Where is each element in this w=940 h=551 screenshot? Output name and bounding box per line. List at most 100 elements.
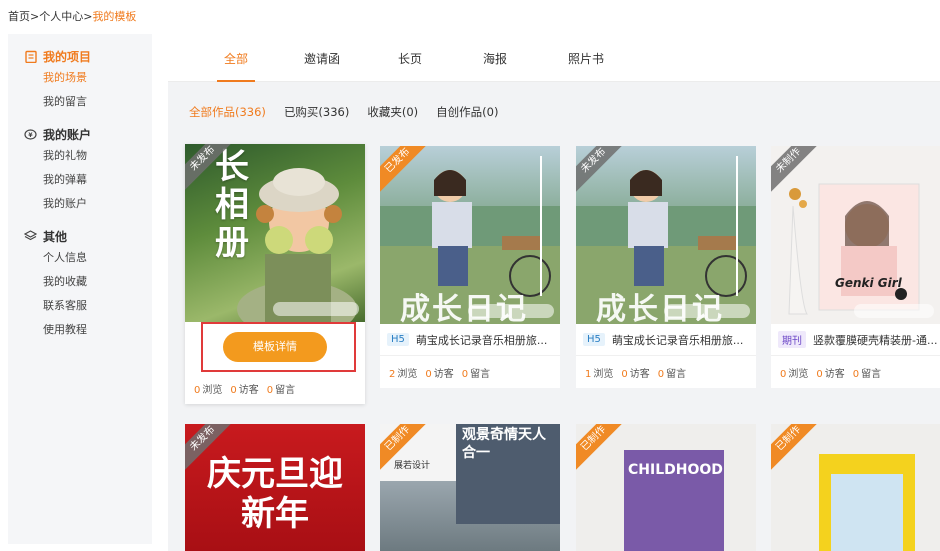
stat-messages: 0 留言 [266, 384, 296, 396]
filter-favorites[interactable]: 收藏夹(0) [367, 104, 418, 120]
card-stats: 0 浏览 0 访客 0 留言 [771, 356, 940, 388]
card-overlay-title: 庆元旦迎新年 [207, 454, 343, 534]
sidebar-heading-label: 我的项目 [43, 49, 92, 64]
card-title-art: 长 相 册 [215, 148, 249, 262]
card-thumbnail[interactable]: 已制作 [771, 424, 940, 551]
sidebar-heading-label: 我的账户 [43, 127, 92, 142]
sidebar-item-favorites[interactable]: 我的收藏 [24, 270, 152, 294]
card-thumbnail[interactable]: 观景奇情天人合一 展若设计 已制作 [380, 424, 560, 551]
sidebar-group-projects: 我的项目 我的场景 我的留言 [8, 46, 152, 114]
blurred-watermark [854, 304, 934, 318]
stat-messages: 0 留言 [657, 368, 687, 380]
template-card[interactable]: Genki Girl 未制作 期刊 竖款覆膜硬壳精装册-通... 0 浏览 0 访客… [771, 146, 940, 388]
card-thumbnail[interactable]: 庆元旦迎新年 未发布 [185, 424, 365, 551]
card-overlay-title: 观景奇情天人合一 [462, 427, 546, 461]
stat-visitors: 0 访客 [816, 368, 845, 380]
highlight-outline [201, 322, 356, 372]
type-tag: H5 [387, 333, 409, 346]
stat-messages: 0 留言 [461, 368, 491, 380]
filter-self-created[interactable]: 自创作品(0) [436, 104, 498, 120]
tab-invitation[interactable]: 邀请函 [303, 34, 341, 82]
breadcrumb-sep: > [30, 10, 40, 23]
sidebar-item-my-danmaku[interactable]: 我的弹幕 [24, 168, 152, 192]
stat-messages: 0 留言 [852, 368, 882, 380]
blurred-watermark [468, 304, 554, 318]
stat-views: 0 浏览 [780, 368, 809, 380]
stat-visitors: 0 访客 [621, 368, 650, 380]
sidebar-item-contact[interactable]: 联系客服 [24, 294, 152, 318]
card-photo [237, 168, 357, 322]
title-art-char: 册 [215, 223, 249, 263]
breadcrumb-current: 我的模板 [92, 10, 137, 23]
sidebar-heading-projects: 我的项目 [24, 46, 152, 66]
filter-all-works[interactable]: 全部作品(336) [189, 104, 266, 120]
card-title: 萌宝成长记录音乐相册旅... [611, 333, 744, 347]
tab-long-page[interactable]: 长页 [395, 34, 425, 82]
breadcrumb-home[interactable]: 首页 [8, 10, 30, 23]
sidebar-heading-label: 其他 [43, 229, 68, 244]
template-card[interactable]: 已制作 [771, 424, 940, 551]
card-title: 竖款覆膜硬壳精装册-通... [813, 333, 938, 347]
card-thumbnail[interactable]: CHILDHOOD 已制作 [576, 424, 756, 551]
sidebar-heading-account: ¥ 我的账户 [24, 124, 152, 144]
sidebar-heading-other: 其他 [24, 226, 152, 246]
card-title-row[interactable]: H5 萌宝成长记录音乐相册旅... [576, 324, 756, 356]
template-card[interactable]: CHILDHOOD 已制作 [576, 424, 756, 551]
title-art-char: 相 [215, 185, 249, 225]
card-thumbnail[interactable]: 成长日记 已发布 [380, 146, 560, 324]
sidebar-item-my-messages[interactable]: 我的留言 [24, 90, 152, 114]
sidebar-item-profile[interactable]: 个人信息 [24, 246, 152, 270]
filter-purchased[interactable]: 已购买(336) [284, 104, 349, 120]
stat-views: 2 浏览 [389, 368, 418, 380]
sidebar-item-my-scenes[interactable]: 我的场景 [24, 66, 152, 90]
main-panel: 全部 邀请函 长页 海报 照片书 全部作品(336) 已购买(336) 收藏夹(… [168, 34, 940, 551]
template-card[interactable]: 庆元旦迎新年 未发布 [185, 424, 365, 551]
card-overlay-title: CHILDHOOD [628, 462, 723, 478]
sidebar: 我的项目 我的场景 我的留言 ¥ 我的账户 我的礼物 我的弹幕 我的账户 其他 … [8, 34, 152, 544]
card-thumbnail[interactable]: 成长日记 未发布 [576, 146, 756, 324]
card-stats: 0 浏览 0 访客 0 留言 [185, 372, 365, 404]
card-thumbnail[interactable]: Genki Girl 未制作 [771, 146, 940, 324]
breadcrumb: 首页>个人中心>我的模板 [8, 8, 136, 24]
card-photo [788, 183, 920, 315]
card-overlay-sub: 展若设计 [394, 461, 431, 471]
template-card[interactable]: 观景奇情天人合一 展若设计 已制作 [380, 424, 560, 551]
card-stats: 2 浏览 0 访客 0 留言 [380, 356, 560, 388]
card-title-row[interactable]: 期刊 竖款覆膜硬壳精装册-通... [771, 324, 940, 356]
sidebar-group-other: 其他 个人信息 我的收藏 联系客服 使用教程 [8, 226, 152, 342]
wallet-icon: ¥ [24, 128, 37, 141]
card-title-row[interactable]: H5 萌宝成长记录音乐相册旅... [380, 324, 560, 356]
type-tag: 期刊 [778, 331, 806, 348]
tab-poster[interactable]: 海报 [480, 34, 510, 82]
stat-visitors: 0 访客 [425, 368, 454, 380]
category-tabs: 全部 邀请函 长页 海报 照片书 [168, 34, 940, 82]
stat-views: 0 浏览 [194, 384, 223, 396]
status-ribbon: 已制作 [771, 424, 824, 474]
card-thumbnail[interactable]: 长 相 册 未发布 [185, 144, 365, 322]
card-overlay-title: Genki Girl [835, 276, 902, 290]
status-ribbon: 已制作 [576, 424, 629, 474]
breadcrumb-center[interactable]: 个人中心 [39, 10, 83, 23]
layers-icon [24, 230, 37, 243]
card-stats: 1 浏览 0 访客 0 留言 [576, 356, 756, 388]
template-card[interactable]: 成长日记 已发布 H5 萌宝成长记录音乐相册旅... 2 浏览 0 访客 0 留言 [380, 146, 560, 388]
tab-all[interactable]: 全部 [217, 34, 255, 82]
template-card[interactable]: 成长日记 未发布 H5 萌宝成长记录音乐相册旅... 1 浏览 0 访客 0 留言 [576, 146, 756, 388]
stat-views: 1 浏览 [585, 368, 614, 380]
sidebar-item-my-account[interactable]: 我的账户 [24, 192, 152, 216]
clipboard-icon [24, 50, 37, 63]
sidebar-item-tutorial[interactable]: 使用教程 [24, 318, 152, 342]
sidebar-group-account: ¥ 我的账户 我的礼物 我的弹幕 我的账户 [8, 124, 152, 216]
blurred-watermark [664, 304, 750, 318]
svg-text:¥: ¥ [28, 132, 33, 139]
sidebar-item-my-gifts[interactable]: 我的礼物 [24, 144, 152, 168]
tab-photobook[interactable]: 照片书 [566, 34, 606, 82]
filter-bar: 全部作品(336) 已购买(336) 收藏夹(0) 自创作品(0) [189, 104, 516, 120]
template-card[interactable]: 长 相 册 未发布 模板详情 0 浏览 0 访客 0 留言 [185, 144, 365, 404]
stat-visitors: 0 访客 [230, 384, 259, 396]
card-hover-actions: 模板详情 [185, 322, 365, 372]
type-tag: H5 [583, 333, 605, 346]
blurred-watermark [273, 302, 359, 316]
card-title: 萌宝成长记录音乐相册旅... [415, 333, 548, 347]
card-cover-photo [831, 474, 903, 551]
